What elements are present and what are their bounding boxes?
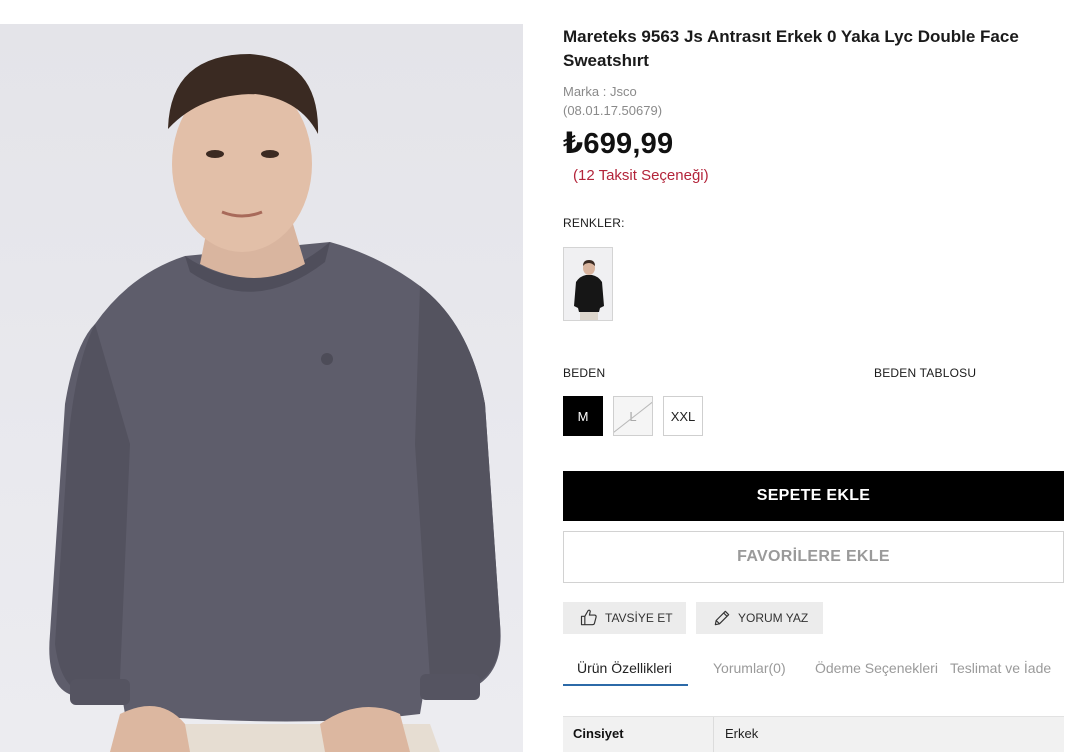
colors-label: RENKLER: <box>563 216 625 230</box>
size-option-l-label: L <box>629 408 637 424</box>
pencil-icon <box>714 610 730 626</box>
tab-payment-options[interactable]: Ödeme Seçenekleri <box>815 660 938 676</box>
product-image[interactable] <box>0 24 523 752</box>
brand-label[interactable]: Marka : Jsco <box>563 84 637 99</box>
spec-value: Erkek <box>725 726 759 741</box>
product-tabs: Ürün Özellikleri Yorumlar(0) Ödeme Seçen… <box>563 652 1065 686</box>
color-swatch-photo <box>564 248 612 320</box>
add-to-cart-button[interactable]: SEPETE EKLE <box>563 471 1064 521</box>
tab-delivery-returns[interactable]: Teslimat ve İade <box>950 660 1051 676</box>
product-sku: (08.01.17.50679) <box>563 103 663 118</box>
size-option-m[interactable]: M <box>563 396 603 436</box>
spec-table-row: Cinsiyet Erkek <box>563 716 1064 752</box>
color-swatch-black[interactable] <box>563 247 613 321</box>
write-review-button[interactable]: YORUM YAZ <box>696 602 823 634</box>
product-title: Mareteks 9563 Js Antrasıt Erkek 0 Yaka L… <box>563 27 1019 70</box>
tab-product-features[interactable]: Ürün Özellikleri <box>577 660 672 676</box>
recommend-button-label: TAVSİYE ET <box>605 611 673 625</box>
recommend-button[interactable]: TAVSİYE ET <box>563 602 686 634</box>
size-chart-link[interactable]: BEDEN TABLOSU <box>874 366 976 380</box>
thumbs-up-icon <box>580 609 597 626</box>
size-option-xxl[interactable]: XXL <box>663 396 703 436</box>
spec-key: Cinsiyet <box>573 726 624 741</box>
product-photo <box>49 54 501 752</box>
product-price: ₺699,99 <box>563 128 674 160</box>
tab-reviews[interactable]: Yorumlar(0) <box>713 660 786 676</box>
active-tab-indicator <box>563 684 688 686</box>
add-to-favorites-button[interactable]: FAVORİLERE EKLE <box>563 531 1064 583</box>
write-review-button-label: YORUM YAZ <box>738 611 809 625</box>
size-label: BEDEN <box>563 366 606 380</box>
size-option-l-unavailable[interactable]: L <box>613 396 653 436</box>
installment-options-link[interactable]: (12 Taksit Seçeneği) <box>573 167 709 184</box>
spec-divider <box>713 717 714 752</box>
